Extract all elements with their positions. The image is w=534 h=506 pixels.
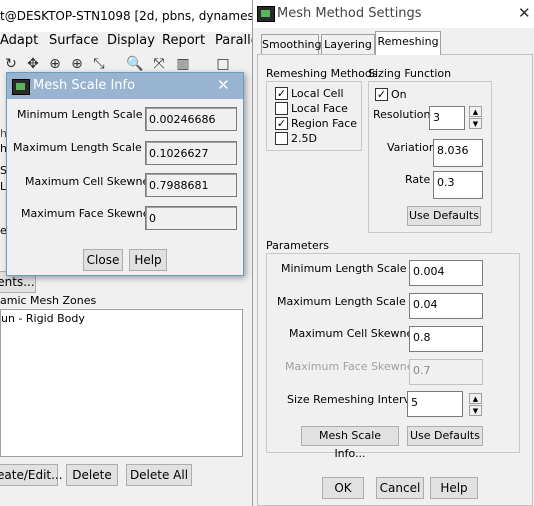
spin-up-icon[interactable]: ▲ [469,393,482,404]
spin-down-icon[interactable]: ▼ [469,405,482,416]
param-min-length-input[interactable]: 0.004 [409,260,483,286]
parameters-label: Parameters [266,239,329,252]
sizing-use-defaults-button[interactable]: Use Defaults [407,206,481,226]
mesh-method-titlebar[interactable]: Mesh Method Settings ✕ [253,0,534,28]
zoom-box-icon[interactable]: 🔍 [126,55,144,73]
menu-adapt[interactable]: Adapt [0,33,38,48]
max-length-scale-value: 0.1026627 [145,141,237,165]
menu-surface[interactable]: Surface [49,33,99,48]
size-remesh-interval-input[interactable]: 5 [407,391,463,417]
max-length-scale-label: Maximum Length Scale (m) [13,141,165,154]
cancel-button[interactable]: Cancel [376,477,424,499]
rate-label: Rate [405,173,431,186]
mesh-method-title: Mesh Method Settings [277,6,422,21]
mesh-scale-info-dialog: Mesh Scale Info ✕ Minimum Length Scale (… [6,72,244,276]
resolution-stepper[interactable]: ▲ ▼ [469,106,482,130]
help-button[interactable]: Help [129,249,167,271]
sizing-function-label: Sizing Function [368,67,452,80]
size-remesh-interval-label: Size Remeshing Interval [287,393,420,406]
mesh-method-settings-dialog: Mesh Method Settings ✕ Smoothing Layerin… [252,0,534,506]
fit-icon[interactable]: ⤧ [150,55,168,73]
local-cell-checkbox[interactable]: ✓ [275,87,288,100]
fluent-app-icon [12,79,30,95]
region-face-label: Region Face [291,117,358,130]
min-length-scale-label: Minimum Length Scale (m) [17,108,166,121]
local-face-label: Local Face [291,102,348,115]
param-max-length-label: Maximum Length Scale (m) [277,295,429,308]
variation-label: Variation [387,141,436,154]
close-icon[interactable]: ✕ [518,4,531,22]
2-5d-checkbox[interactable] [275,132,288,145]
dynamic-mesh-zones-label: amic Mesh Zones [0,294,97,307]
mesh-scale-info-title: Mesh Scale Info [33,78,136,93]
zoom-in-icon[interactable]: ⊕ [68,55,86,73]
ok-button[interactable]: OK [322,477,364,499]
rate-input[interactable]: 0.3 [433,171,483,199]
fluent-app-icon [257,6,275,22]
param-min-length-label: Minimum Length Scale (m) [281,262,430,275]
tab-smoothing[interactable]: Smoothing [261,34,321,54]
params-use-defaults-button[interactable]: Use Defaults [407,426,483,446]
param-max-face-skew-input: 0.7 [409,359,483,385]
list-item[interactable]: un - Rigid Body [1,312,85,325]
spin-up-icon[interactable]: ▲ [469,106,482,117]
menu-display[interactable]: Display [107,33,155,48]
close-button[interactable]: Close [83,249,123,271]
max-cell-skewness-value: 0.7988681 [145,173,237,197]
sizing-function-group: ✓ On Resolution 3 ▲ ▼ Variation 8.036 Ra… [368,81,492,233]
max-cell-skewness-label: Maximum Cell Skewness [25,175,161,188]
delete-all-button[interactable]: Delete All [126,464,192,486]
tab-remeshing[interactable]: Remeshing [375,31,441,55]
layout-icon[interactable]: ▥ [174,55,192,73]
remeshing-tab-panel: Remeshing Methods ✓ Local Cell Local Fac… [257,54,533,506]
param-max-face-skew-label: Maximum Face Skewness [285,360,425,373]
resolution-input[interactable]: 3 [429,106,465,130]
rotate-icon[interactable]: ↻ [2,55,20,73]
param-max-cell-skew-label: Maximum Cell Skewness [289,327,425,340]
mesh-scale-info-button[interactable]: Mesh Scale Info... [301,426,399,460]
sizing-on-checkbox[interactable]: ✓ [375,88,388,101]
main-window-title: t@DESKTOP-STN1098 [2d, pbns, dynamesh [0,9,262,23]
param-max-cell-skew-input[interactable]: 0.8 [409,326,483,352]
max-face-skewness-label: Maximum Face Skewness [21,207,161,220]
local-cell-label: Local Cell [291,87,344,100]
tab-layering[interactable]: Layering [321,34,375,54]
parameters-group: Minimum Length Scale (m) 0.004 Maximum L… [266,253,520,460]
view-box-icon[interactable]: □ [214,55,232,73]
max-face-skewness-value: 0 [145,206,237,230]
main-menubar: Adapt Surface Display Report Paralle [0,32,259,52]
2-5d-label: 2.5D [291,132,317,145]
min-length-scale-value: 0.00246686 [145,107,237,131]
resolution-label: Resolution [373,108,431,121]
close-icon[interactable]: ✕ [217,76,230,94]
sizing-on-label: On [391,88,407,101]
spin-down-icon[interactable]: ▼ [469,118,482,129]
param-max-length-input[interactable]: 0.04 [409,293,483,319]
interval-stepper[interactable]: ▲ ▼ [469,393,482,417]
local-face-checkbox[interactable] [275,102,288,115]
remeshing-methods-group: ✓ Local Cell Local Face ✓ Region Face 2.… [266,81,362,151]
help-button[interactable]: Help [430,477,478,499]
zoom-icon[interactable]: ⊕ [46,55,64,73]
menu-report[interactable]: Report [162,33,205,48]
pan-icon[interactable]: ✥ [24,55,42,73]
delete-button[interactable]: Delete [66,464,118,486]
remeshing-methods-label: Remeshing Methods [266,67,378,80]
probe-icon[interactable]: ⤡ [90,55,108,73]
mesh-scale-info-titlebar[interactable]: Mesh Scale Info ✕ [7,73,243,99]
region-face-checkbox[interactable]: ✓ [275,117,288,130]
create-edit-button[interactable]: eate/Edit... [0,464,63,486]
variation-input[interactable]: 8.036 [433,139,483,167]
main-window-titlebar: t@DESKTOP-STN1098 [2d, pbns, dynamesh [0,0,261,32]
dynamic-mesh-zones-list[interactable]: un - Rigid Body [0,309,243,457]
